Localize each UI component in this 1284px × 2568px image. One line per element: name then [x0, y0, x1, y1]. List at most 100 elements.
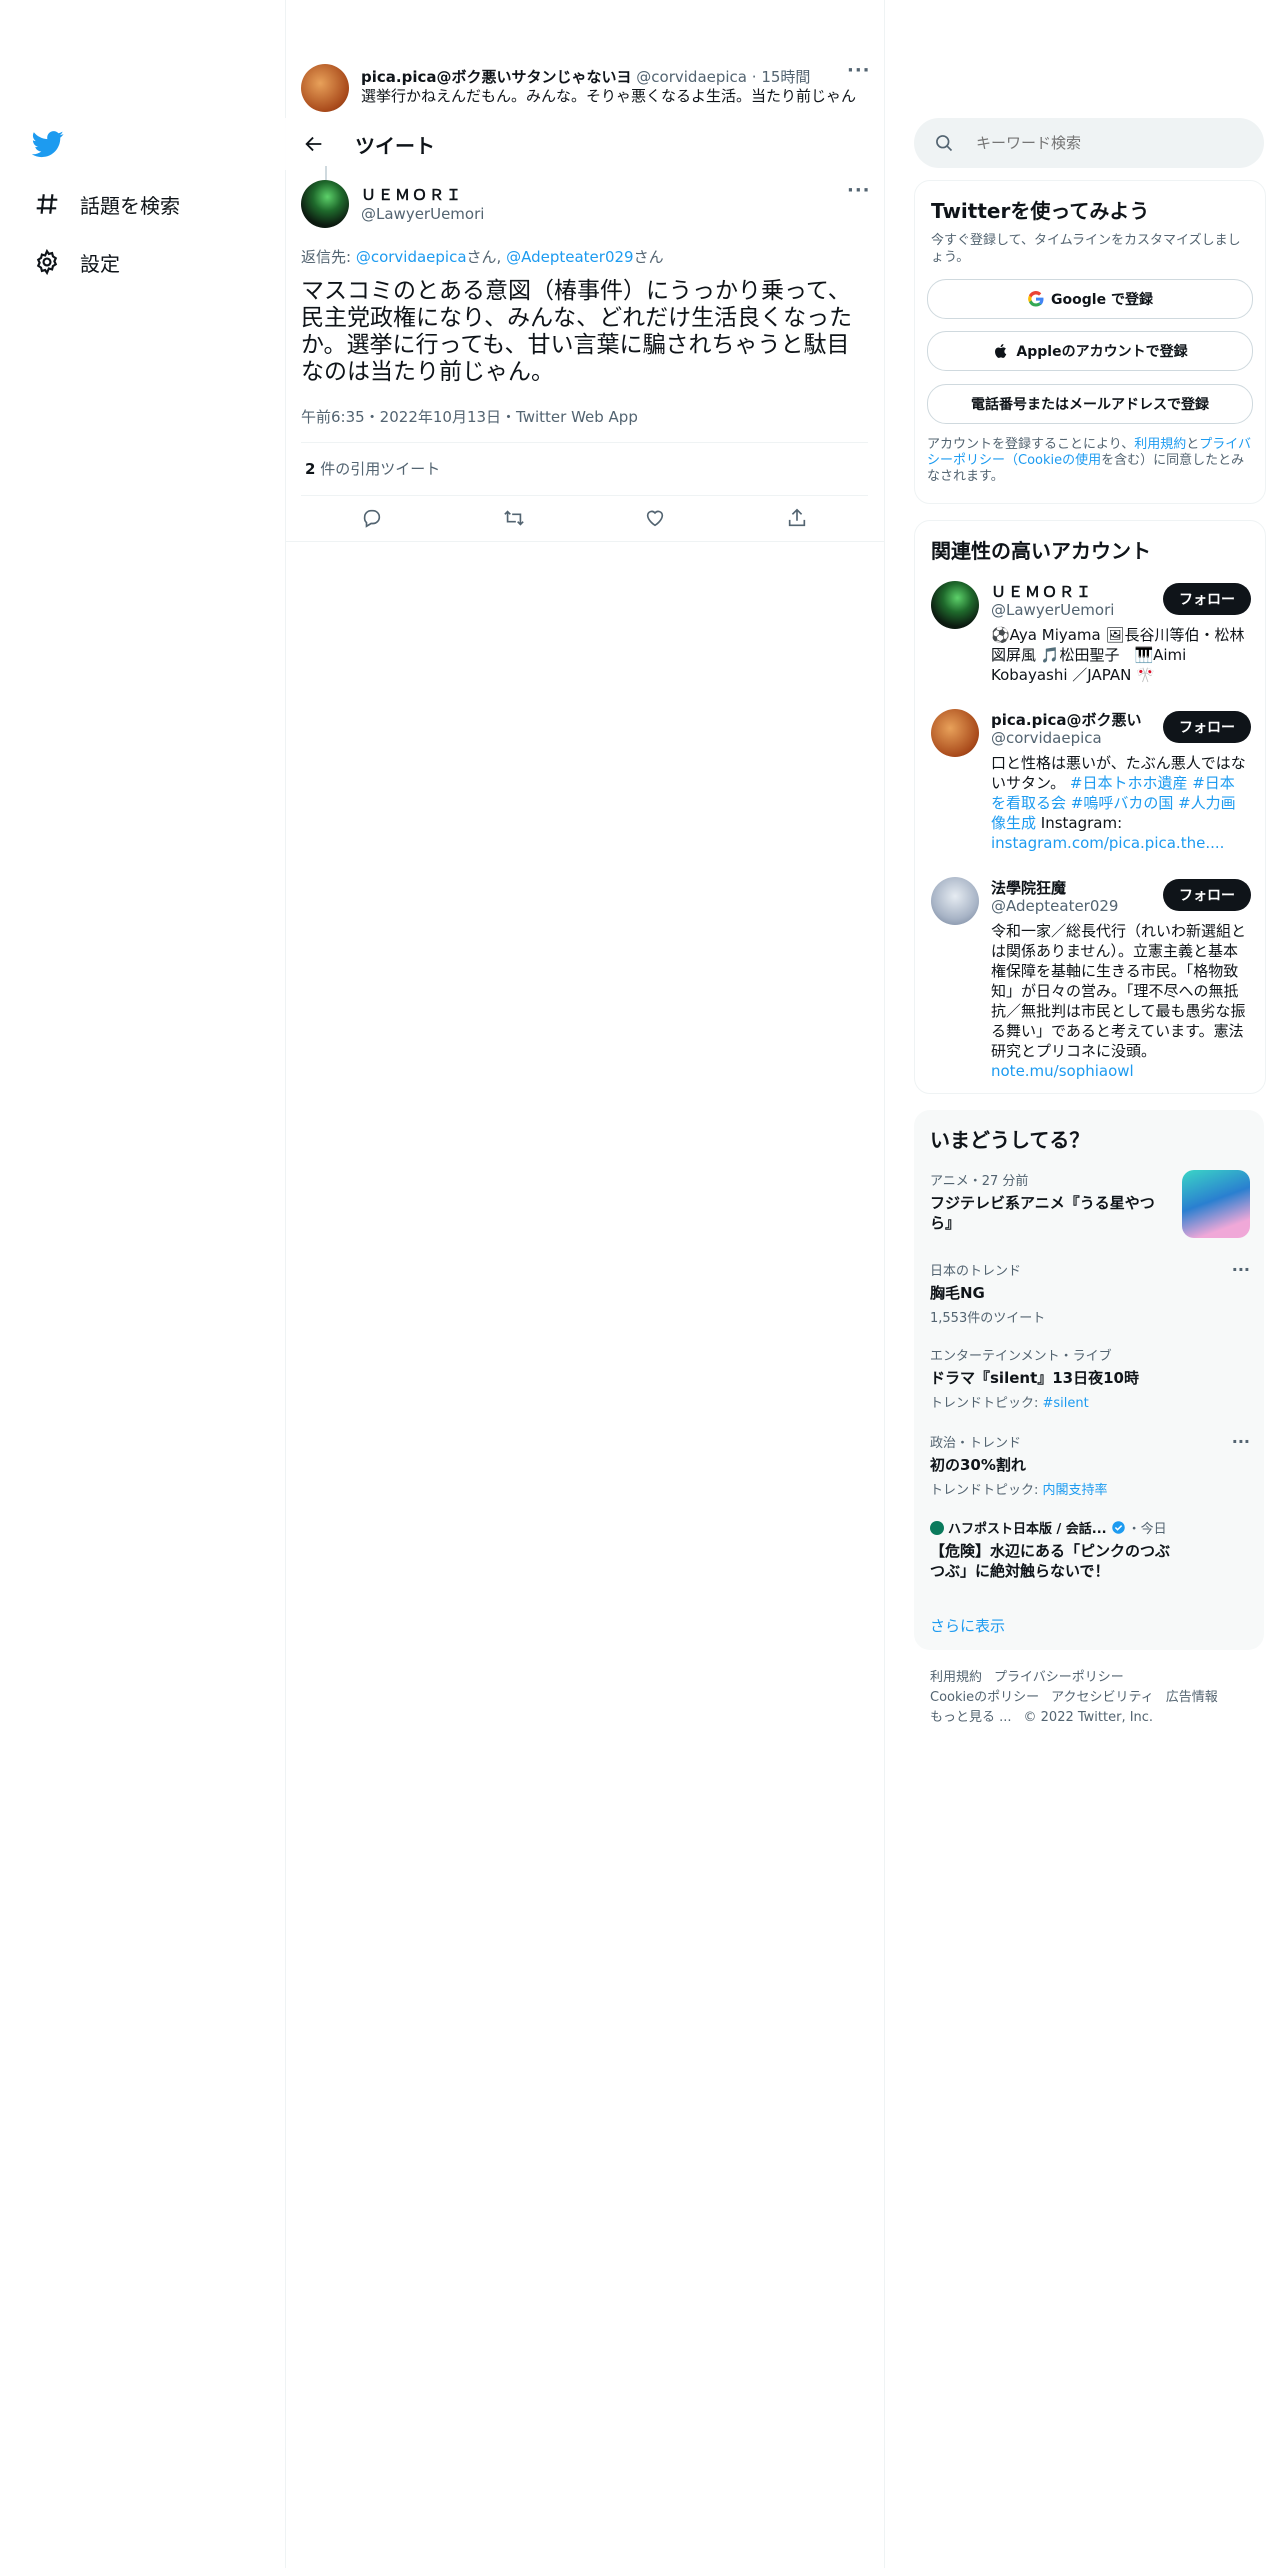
- footer-ads-link[interactable]: 広告情報: [1166, 1690, 1218, 1705]
- account-name[interactable]: ＵＥＭＯＲＩ: [991, 581, 1141, 602]
- avatar[interactable]: [301, 64, 349, 112]
- trend-title: 胸毛NG: [930, 1284, 985, 1302]
- footer-accessibility-link[interactable]: アクセシビリティ: [1051, 1690, 1154, 1705]
- page-title: ツイート: [355, 133, 435, 158]
- account-item[interactable]: pica.pica@ボク悪いサ... @corvidaepica フォロー 口と…: [931, 709, 1251, 859]
- trend-thumbnail[interactable]: [1182, 1170, 1250, 1238]
- more-icon[interactable]: ···: [847, 180, 871, 201]
- like-icon[interactable]: [644, 507, 666, 529]
- trend-title: フジテレビ系アニメ『うる星やつら』: [930, 1194, 1155, 1232]
- terms-link[interactable]: 利用規約: [1134, 437, 1186, 452]
- more-icon[interactable]: ···: [1232, 1260, 1250, 1279]
- tweet-actions: [301, 496, 868, 540]
- trend-item[interactable]: エンターテインメント・ライブ ドラマ『silent』13日夜10時 トレンドトピ…: [930, 1345, 1250, 1411]
- account-bio: 口と性格は悪いが、たぶん悪人ではないサタン。 #日本トホホ遺産 #日本を看取る会…: [991, 754, 1246, 852]
- avatar[interactable]: [931, 877, 979, 925]
- retweet-icon[interactable]: [503, 507, 525, 529]
- reply-to: 返信先: @corvidaepicaさん, @Adepteater029さん: [301, 248, 664, 266]
- divider: [301, 442, 868, 443]
- account-name[interactable]: 法學院狂魔: [991, 877, 1141, 898]
- back-arrow-icon[interactable]: [303, 133, 325, 155]
- quote-tweets-link[interactable]: 2 件の引用ツイート: [305, 458, 440, 479]
- parent-author-name[interactable]: pica.pica@ボク悪いサタンじゃないヨ: [361, 68, 632, 86]
- trend-title: 初の30%割れ: [930, 1456, 1026, 1474]
- reply-to-user-link[interactable]: @Adepteater029: [506, 248, 633, 266]
- reply-to-user-link[interactable]: @corvidaepica: [356, 248, 467, 266]
- phone-email-signup-button[interactable]: 電話番号またはメールアドレスで登録: [927, 384, 1253, 424]
- footer-terms-link[interactable]: 利用規約: [930, 1670, 982, 1685]
- parent-tweet-header: pica.pica@ボク悪いサタンじゃないヨ @corvidaepica · 1…: [361, 68, 811, 86]
- trend-item[interactable]: ハフポスト日本版 / 会話... ・今日 【危険】水辺にある「ピンクのつぶつぶ」…: [930, 1518, 1250, 1588]
- signup-title: Twitterを使ってみよう: [931, 199, 1150, 223]
- avatar[interactable]: [931, 709, 979, 757]
- trend-title: 【危険】水辺にある「ピンクのつぶつぶ」に絶対触らないで！: [930, 1542, 1171, 1580]
- trend-topic: トレンドトピック: #silent: [930, 1396, 1089, 1411]
- more-icon[interactable]: ···: [1232, 1432, 1250, 1451]
- google-signup-button[interactable]: Google で登録: [927, 279, 1253, 319]
- trend-count: 1,553件のツイート: [930, 1311, 1046, 1326]
- related-accounts-card: 関連性の高いアカウント ＵＥＭＯＲＩ @LawyerUemori フォロー ⚽A…: [914, 520, 1266, 1094]
- footer-privacy-link[interactable]: プライバシーポリシー: [994, 1670, 1124, 1685]
- parent-author-handle[interactable]: @corvidaepica: [636, 68, 747, 86]
- bio-link[interactable]: note.mu/sophiaowl: [991, 1062, 1134, 1080]
- avatar[interactable]: [931, 581, 979, 629]
- account-bio: ⚽Aya Miyama 🖼長谷川等伯・松林図屏風 🎵松田聖子 🎹Aimi Kob…: [991, 626, 1245, 684]
- gear-icon: [36, 249, 58, 275]
- trend-category: エンターテインメント・ライブ: [930, 1349, 1112, 1364]
- parent-tweet-time[interactable]: 15時間: [761, 68, 810, 86]
- trend-topic-link[interactable]: 内閣支持率: [1043, 1483, 1108, 1498]
- account-handle[interactable]: @corvidaepica: [991, 729, 1102, 747]
- apple-signup-button[interactable]: Appleのアカウントで登録: [927, 331, 1253, 371]
- nav-settings-label: 設定: [80, 251, 120, 276]
- main-column: pica.pica@ボク悪いサタンじゃないヨ @corvidaepica · 1…: [285, 0, 885, 2568]
- share-icon[interactable]: [786, 507, 808, 529]
- footer-cookie-link[interactable]: Cookieのポリシー: [930, 1690, 1039, 1705]
- follow-button[interactable]: フォロー: [1163, 711, 1251, 743]
- avatar[interactable]: [301, 180, 349, 228]
- account-bio: 令和一家／総長代行（れいわ新選組とは関係ありません）。立憲主義と基本権保障を基軸…: [991, 922, 1247, 1080]
- quote-count: 2: [305, 460, 316, 478]
- verified-badge-icon: [1111, 1521, 1125, 1534]
- tweet-meta[interactable]: 午前6:35・2022年10月13日・Twitter Web App: [301, 406, 638, 427]
- trend-topic-link[interactable]: #silent: [1043, 1396, 1089, 1411]
- nav-settings[interactable]: 設定: [34, 242, 120, 282]
- trends-title: いまどうしてる？: [930, 1128, 1090, 1152]
- more-icon[interactable]: ···: [847, 60, 871, 81]
- trend-source: ハフポスト日本版 / 会話... ・今日: [930, 1518, 1250, 1537]
- show-more-link[interactable]: さらに表示: [930, 1615, 1005, 1636]
- trend-category: 日本のトレンド: [930, 1264, 1022, 1279]
- quote-label: 件の引用ツイート: [320, 460, 441, 478]
- parent-tweet[interactable]: pica.pica@ボク悪いサタンじゃないヨ @corvidaepica · 1…: [301, 64, 868, 116]
- account-name[interactable]: pica.pica@ボク悪いサ...: [991, 709, 1141, 730]
- tweet-text: マスコミのとある意図（椿事件）にうっかり乗って、民主党政権になり、みんな、どれだ…: [301, 278, 853, 385]
- nav-explore[interactable]: 話題を検索: [34, 184, 180, 224]
- signup-card: Twitterを使ってみよう 今すぐ登録して、タイムラインをカスタマイズしましょ…: [914, 180, 1266, 504]
- page-header: ツイート: [285, 118, 884, 170]
- account-handle[interactable]: @LawyerUemori: [991, 601, 1114, 619]
- trend-category: 政治・トレンド: [930, 1436, 1022, 1451]
- trends-card: いまどうしてる？ アニメ・27 分前 フジテレビ系アニメ『うる星やつら』 日本の…: [914, 1110, 1264, 1650]
- author-handle[interactable]: @LawyerUemori: [361, 205, 484, 223]
- follow-button[interactable]: フォロー: [1163, 879, 1251, 911]
- search-box[interactable]: [914, 118, 1264, 168]
- footer-copyright: © 2022 Twitter, Inc.: [1023, 1710, 1154, 1725]
- search-input[interactable]: [974, 133, 1238, 153]
- nav-explore-label: 話題を検索: [80, 193, 180, 218]
- account-item[interactable]: ＵＥＭＯＲＩ @LawyerUemori フォロー ⚽Aya Miyama 🖼長…: [931, 581, 1251, 691]
- footer-links: 利用規約 プライバシーポリシー Cookieのポリシー アクセシビリティ 広告情報 も…: [930, 1668, 1260, 1728]
- reply-icon[interactable]: [361, 507, 383, 529]
- account-item[interactable]: 法學院狂魔 @Adepteater029 フォロー 令和一家／総長代行（れいわ新…: [931, 877, 1251, 1087]
- author-name[interactable]: ＵＥＭＯＲＩ: [361, 184, 463, 205]
- trend-item[interactable]: 政治・トレンド 初の30%割れ トレンドトピック: 内閣支持率 ···: [930, 1432, 1250, 1498]
- bio-link[interactable]: instagram.com/pica.pica.the....: [991, 834, 1224, 852]
- twitter-logo-icon[interactable]: [31, 128, 64, 160]
- trend-item[interactable]: アニメ・27 分前 フジテレビ系アニメ『うる星やつら』: [930, 1170, 1250, 1246]
- search-icon: [936, 135, 953, 152]
- signup-terms: アカウントを登録することにより、利用規約とプライバシーポリシー（Cookieの使…: [927, 437, 1252, 484]
- trend-item[interactable]: 日本のトレンド 胸毛NG 1,553件のツイート ···: [930, 1260, 1250, 1326]
- footer-more-link[interactable]: もっと見る ...: [930, 1710, 1012, 1725]
- account-handle[interactable]: @Adepteater029: [991, 897, 1118, 915]
- follow-button[interactable]: フォロー: [1163, 583, 1251, 615]
- hashtag-icon: [36, 194, 58, 214]
- apple-icon: [995, 343, 1007, 358]
